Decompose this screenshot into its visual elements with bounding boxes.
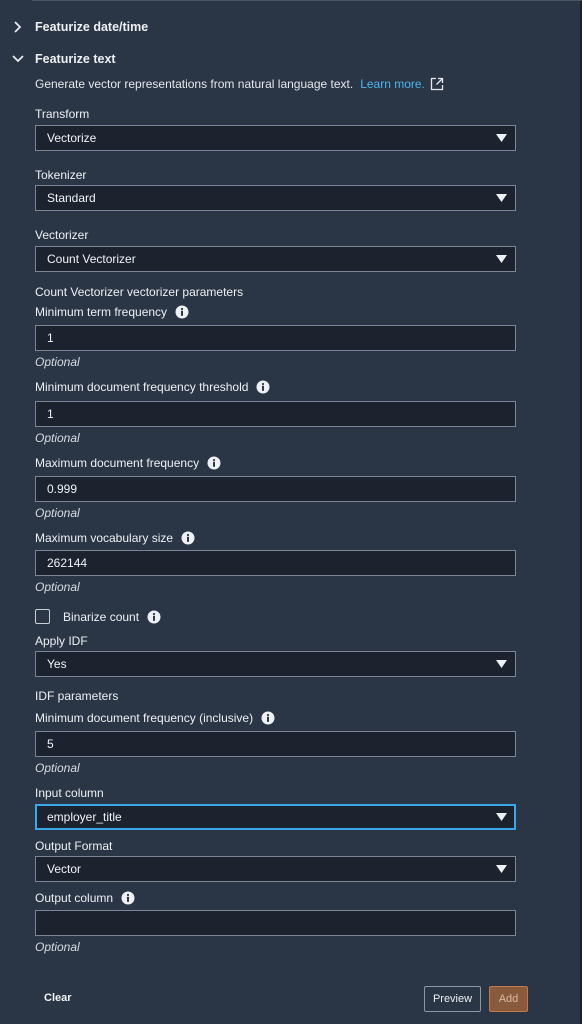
min-doc-freq-threshold-value: 1: [47, 407, 54, 421]
dropdown-caret-icon: [496, 813, 507, 821]
info-icon[interactable]: [207, 456, 221, 470]
binarize-count-row[interactable]: Binarize count: [35, 609, 161, 624]
vectorizer-select[interactable]: Count Vectorizer: [35, 246, 516, 272]
dropdown-caret-icon: [496, 255, 507, 263]
tokenizer-value: Standard: [47, 191, 96, 205]
info-icon[interactable]: [261, 711, 275, 725]
max-vocab-size-value: 262144: [47, 556, 88, 570]
dropdown-caret-icon: [496, 134, 507, 142]
add-button[interactable]: Add: [489, 986, 528, 1012]
tokenizer-select[interactable]: Standard: [35, 185, 516, 211]
apply-idf-value: Yes: [47, 657, 67, 671]
max-vocab-size-label-text: Maximum vocabulary size: [35, 531, 174, 545]
input-column-label-text: Input column: [35, 786, 104, 800]
max-doc-frequency-label-text: Maximum document frequency: [35, 456, 200, 470]
transform-value: Vectorize: [47, 131, 97, 145]
output-format-label: Output Format: [35, 839, 112, 853]
preview-button[interactable]: Preview: [424, 986, 481, 1012]
optional-hint: Optional: [35, 506, 80, 520]
section-title: Featurize text: [35, 52, 116, 66]
vectorizer-params-heading-text: Count Vectorizer vectorizer parameters: [35, 285, 244, 299]
info-icon[interactable]: [175, 305, 189, 319]
description-text: Generate vector representations from nat…: [35, 77, 354, 91]
section-title: Featurize date/time: [35, 20, 149, 34]
input-column-label: Input column: [35, 786, 104, 800]
chevron-down-icon: [10, 51, 26, 67]
learn-more-link[interactable]: Learn more.: [360, 77, 425, 91]
tokenizer-label-text: Tokenizer: [35, 168, 87, 182]
section-description: Generate vector representations from nat…: [35, 77, 444, 91]
top-divider: [32, 0, 582, 1]
optional-hint: Optional: [35, 940, 80, 954]
vectorizer-label: Vectorizer: [35, 228, 88, 242]
output-column-label: Output column: [35, 891, 135, 905]
binarize-count-checkbox[interactable]: [35, 609, 50, 624]
input-column-value: employer_title: [47, 810, 122, 824]
vectorizer-label-text: Vectorizer: [35, 228, 89, 242]
output-column-input[interactable]: [35, 910, 516, 936]
vectorizer-value: Count Vectorizer: [47, 252, 136, 266]
min-doc-freq-inclusive-label-text: Minimum document frequency (inclusive): [35, 711, 254, 725]
min-term-frequency-input[interactable]: 1: [35, 325, 516, 351]
output-format-value: Vector: [47, 862, 82, 876]
clear-button[interactable]: Clear: [44, 992, 72, 1004]
tokenizer-label: Tokenizer: [35, 168, 86, 182]
input-column-select[interactable]: employer_title: [35, 804, 516, 830]
external-link-icon[interactable]: [430, 77, 444, 91]
min-doc-freq-threshold-label-text: Minimum document frequency threshold: [35, 380, 249, 394]
max-vocab-size-label: Maximum vocabulary size: [35, 531, 195, 545]
transform-label-text: Transform: [35, 107, 90, 121]
info-icon[interactable]: [121, 891, 135, 905]
vectorizer-params-heading: Count Vectorizer vectorizer parameters: [35, 285, 243, 299]
optional-hint: Optional: [35, 431, 80, 445]
section-featurize-text[interactable]: Featurize text: [10, 51, 116, 67]
output-format-select[interactable]: Vector: [35, 856, 516, 882]
idf-params-heading: IDF parameters: [35, 689, 118, 703]
dropdown-caret-icon: [496, 660, 507, 668]
output-column-label-text: Output column: [35, 891, 114, 905]
idf-params-heading-text: IDF parameters: [35, 689, 119, 703]
info-icon[interactable]: [256, 380, 270, 394]
min-doc-freq-threshold-label: Minimum document frequency threshold: [35, 380, 270, 394]
optional-hint: Optional: [35, 761, 80, 775]
min-doc-freq-threshold-input[interactable]: 1: [35, 401, 516, 427]
apply-idf-select[interactable]: Yes: [35, 651, 516, 677]
max-vocab-size-input[interactable]: 262144: [35, 550, 516, 576]
apply-idf-label-text: Apply IDF: [35, 634, 88, 648]
info-icon[interactable]: [147, 610, 161, 624]
dropdown-caret-icon: [496, 865, 507, 873]
dropdown-caret-icon: [496, 194, 507, 202]
output-column-text-input[interactable]: [47, 916, 515, 930]
max-doc-frequency-label: Maximum document frequency: [35, 456, 221, 470]
output-format-label-text: Output Format: [35, 839, 113, 853]
transform-select[interactable]: Vectorize: [35, 125, 516, 151]
min-doc-freq-inclusive-input[interactable]: 5: [35, 731, 516, 757]
binarize-count-label: Binarize count: [63, 609, 140, 624]
chevron-right-icon: [10, 19, 26, 35]
transform-label: Transform: [35, 107, 89, 121]
min-doc-freq-inclusive-label: Minimum document frequency (inclusive): [35, 711, 275, 725]
min-term-frequency-label-text: Minimum term frequency: [35, 305, 168, 319]
optional-hint: Optional: [35, 355, 80, 369]
apply-idf-label: Apply IDF: [35, 634, 88, 648]
min-doc-freq-inclusive-value: 5: [47, 737, 54, 751]
optional-hint: Optional: [35, 580, 80, 594]
min-term-frequency-value: 1: [47, 331, 54, 345]
section-featurize-datetime[interactable]: Featurize date/time: [10, 19, 148, 35]
info-icon[interactable]: [181, 531, 195, 545]
min-term-frequency-label: Minimum term frequency: [35, 305, 189, 319]
max-doc-frequency-input[interactable]: 0.999: [35, 476, 516, 502]
max-doc-frequency-value: 0.999: [47, 482, 78, 496]
